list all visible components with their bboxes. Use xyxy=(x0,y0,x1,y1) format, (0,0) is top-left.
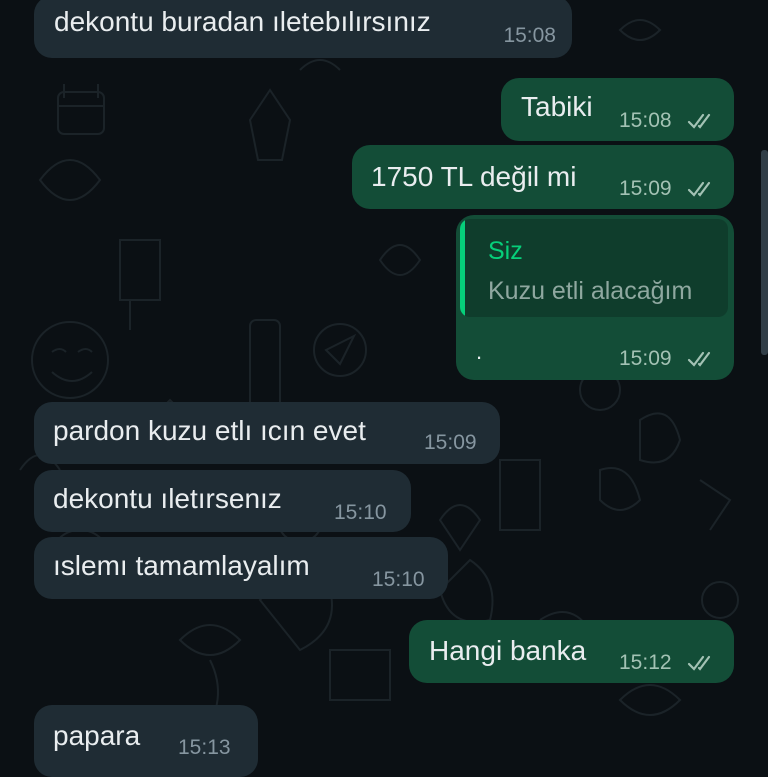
quoted-message[interactable]: Siz Kuzu etli alacağım xyxy=(460,219,728,317)
quoted-text: Kuzu etli alacağım xyxy=(488,277,693,305)
message-bubble-outgoing[interactable]: Tabiki 15:08 xyxy=(501,78,734,141)
message-time: 15:10 xyxy=(334,501,387,524)
message-bubble-incoming[interactable]: pardon kuzu etlı ıcın evet 15:09 xyxy=(34,402,500,464)
read-receipt-icon xyxy=(687,181,711,197)
message-time: 15:13 xyxy=(178,736,231,759)
quoted-sender: Siz xyxy=(488,237,523,265)
message-time: 15:09 xyxy=(424,431,477,454)
message-bubble-incoming[interactable]: dekontu ıletırsenız 15:10 xyxy=(34,470,411,532)
message-bubble-outgoing-reply[interactable]: Siz Kuzu etli alacağım . 15:09 xyxy=(456,215,734,380)
message-list[interactable]: dekontu buradan ıletebılırsınız 15:08 Ta… xyxy=(0,0,768,777)
message-time: 15:10 xyxy=(372,568,425,591)
message-time: 15:08 xyxy=(503,24,556,47)
message-bubble-incoming[interactable]: papara 15:13 xyxy=(34,705,258,777)
message-time: 15:08 xyxy=(619,109,672,132)
read-receipt-icon xyxy=(687,655,711,671)
message-bubble-outgoing[interactable]: 1750 TL değil mi 15:09 xyxy=(352,145,734,209)
quote-accent-bar xyxy=(460,219,465,317)
read-receipt-icon xyxy=(687,351,711,367)
message-text: ıslemı tamamlayalım xyxy=(53,550,310,581)
message-bubble-incoming[interactable]: ıslemı tamamlayalım 15:10 xyxy=(34,537,448,599)
message-text: 1750 TL değil mi xyxy=(371,161,577,192)
message-text: dekontu buradan ıletebılırsınız xyxy=(54,6,431,37)
message-bubble-incoming[interactable]: dekontu buradan ıletebılırsınız 15:08 xyxy=(34,0,572,58)
message-text: Tabiki xyxy=(521,91,593,122)
message-time: 15:09 xyxy=(619,347,672,370)
message-text: pardon kuzu etlı ıcın evet xyxy=(53,415,366,446)
message-text: papara xyxy=(53,720,141,751)
message-time: 15:12 xyxy=(619,651,672,674)
message-text: . xyxy=(476,339,483,364)
chat-scrollbar[interactable] xyxy=(761,150,768,355)
read-receipt-icon xyxy=(687,113,711,129)
message-time: 15:09 xyxy=(619,177,672,200)
message-text: Hangi banka xyxy=(429,635,587,666)
message-text: dekontu ıletırsenız xyxy=(53,483,282,514)
message-bubble-outgoing[interactable]: Hangi banka 15:12 xyxy=(409,620,734,683)
